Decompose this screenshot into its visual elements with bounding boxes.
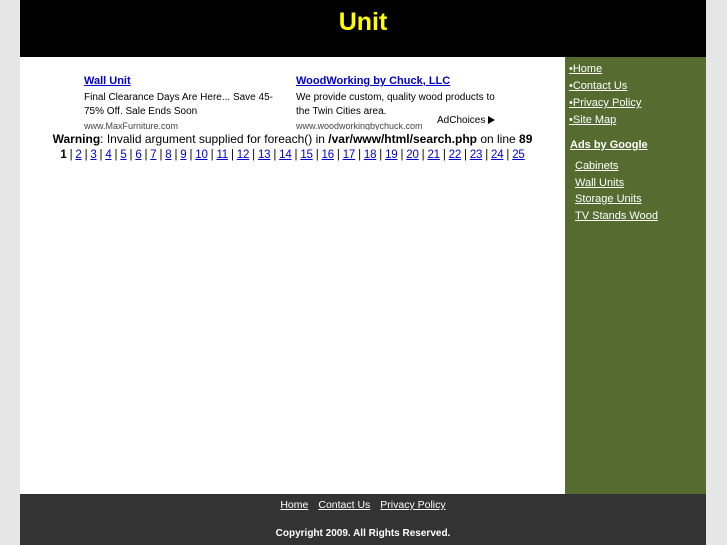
pagination: 1 | 2 | 3 | 4 | 5 | 6 | 7 | 8 | 9 | 10 |… (60, 149, 525, 161)
page: Unit Wall Unit Final Clearance Days Are … (20, 0, 706, 545)
page-link-10[interactable]: 10 (195, 149, 208, 161)
page-link-7[interactable]: 7 (150, 149, 156, 161)
sidebar-link-label: Privacy Policy (572, 97, 642, 109)
google-ad-link-cabinets[interactable]: Cabinets (575, 158, 658, 175)
footer-nav: Home Contact Us Privacy Policy (20, 499, 706, 511)
page-link-23[interactable]: 23 (470, 149, 483, 161)
google-ad-link-tv-stands-wood[interactable]: TV Stands Wood (575, 208, 658, 225)
page-link-19[interactable]: 19 (385, 149, 398, 161)
ad-unit: Wall Unit Final Clearance Days Are Here.… (84, 75, 274, 130)
page-link-16[interactable]: 16 (322, 149, 335, 161)
sidebar-link-contact-us[interactable]: •Contact Us (569, 78, 641, 95)
php-warning: Warning: Invalid argument supplied for f… (20, 132, 565, 146)
warning-line: 89 (519, 132, 533, 146)
sidebar-link-privacy-policy[interactable]: •Privacy Policy (569, 95, 641, 112)
page-link-24[interactable]: 24 (491, 149, 504, 161)
sidebar-link-home[interactable]: •Home (569, 61, 641, 78)
page-link-15[interactable]: 15 (300, 149, 313, 161)
warning-path: /var/www/html/search.php (328, 132, 477, 146)
sidebar-link-label: Home (572, 63, 603, 75)
page-link-4[interactable]: 4 (105, 149, 111, 161)
page-link-3[interactable]: 3 (90, 149, 96, 161)
ads-by-google-heading[interactable]: Ads by Google (570, 139, 648, 151)
page-link-22[interactable]: 22 (449, 149, 462, 161)
page-link-21[interactable]: 21 (427, 149, 440, 161)
sidebar: •Home •Contact Us •Privacy Policy •Site Map… (565, 57, 706, 494)
google-ad-link-wall-units[interactable]: Wall Units (575, 175, 658, 192)
adchoices-triangle-icon (488, 116, 496, 124)
page-link-2[interactable]: 2 (75, 149, 81, 161)
google-ad-link-storage-units[interactable]: Storage Units (575, 191, 658, 208)
ad-url[interactable]: www.MaxFurniture.com (84, 120, 274, 130)
page-link-17[interactable]: 17 (343, 149, 356, 161)
page-link-14[interactable]: 14 (279, 149, 292, 161)
adchoices-label: AdChoices (437, 115, 486, 126)
page-link-8[interactable]: 8 (165, 149, 171, 161)
warning-label: Warning (52, 132, 101, 146)
page-link-12[interactable]: 12 (237, 149, 250, 161)
footer: Home Contact Us Privacy Policy Copyright 2… (20, 494, 706, 545)
footer-link-contact-us[interactable]: Contact Us (318, 499, 370, 511)
sidebar-link-site-map[interactable]: •Site Map (569, 112, 641, 129)
current-page: 1 (60, 149, 67, 161)
page-link-13[interactable]: 13 (258, 149, 271, 161)
page-link-6[interactable]: 6 (135, 149, 141, 161)
page-link-9[interactable]: 9 (180, 149, 186, 161)
page-link-5[interactable]: 5 (120, 149, 126, 161)
page-link-11[interactable]: 11 (216, 149, 228, 161)
footer-link-home[interactable]: Home (280, 499, 308, 511)
sidebar-nav: •Home •Contact Us •Privacy Policy •Site Map (565, 61, 641, 129)
adchoices-link[interactable]: AdChoices (437, 115, 496, 126)
main-content: Wall Unit Final Clearance Days Are Here.… (20, 57, 565, 494)
ad-title-link[interactable]: WoodWorking by Chuck, LLC (296, 75, 501, 87)
site-title: Unit (338, 8, 388, 36)
warning-text: : Invalid argument supplied for foreach(… (100, 132, 329, 146)
ad-description: Final Clearance Days Are Here... Save 45… (84, 92, 273, 117)
ad-title-link[interactable]: Wall Unit (84, 75, 274, 87)
sidebar-link-label: Contact Us (572, 80, 628, 92)
footer-link-privacy-policy[interactable]: Privacy Policy (380, 499, 445, 511)
page-link-25[interactable]: 25 (512, 149, 525, 161)
page-link-20[interactable]: 20 (406, 149, 419, 161)
sidebar-link-label: Site Map (572, 114, 617, 126)
copyright: Copyright 2009. All Rights Reserved. (275, 528, 451, 539)
page-link-18[interactable]: 18 (364, 149, 377, 161)
header: Unit (20, 0, 706, 57)
warning-mid: on line (477, 132, 520, 146)
ads-by-google-links: Cabinets Wall Units Storage Units TV Stands… (575, 158, 658, 224)
